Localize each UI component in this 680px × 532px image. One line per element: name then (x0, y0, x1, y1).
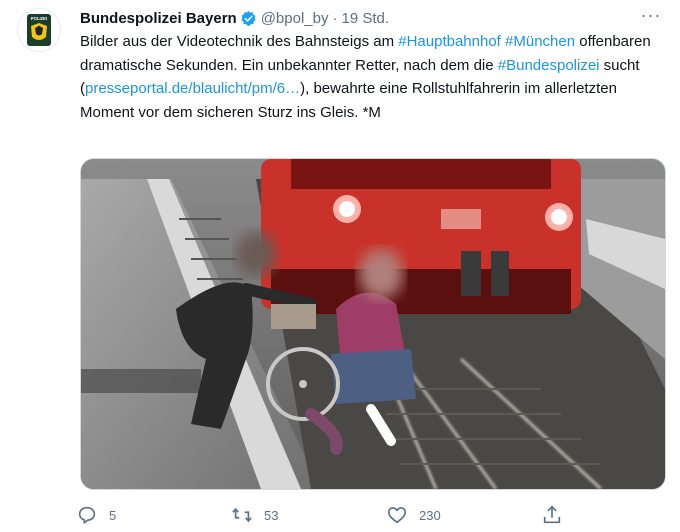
hashtag-bundespolizei[interactable]: #Bundespolizei (498, 57, 600, 74)
tweet-text: Bilder aus der Videotechnik des Bahnstei… (80, 30, 665, 124)
author-name[interactable]: Bundespolizei Bayern (80, 10, 237, 27)
platform-scene-image (81, 159, 665, 489)
retweet-icon (231, 504, 253, 526)
like-count: 230 (419, 507, 441, 523)
reply-icon (76, 504, 98, 526)
tweet-header: Bundespolizei Bayern @bpol_by · 19 Std. … (80, 6, 664, 29)
share-button[interactable] (541, 500, 563, 530)
share-icon (541, 504, 563, 526)
avatar[interactable]: POLIZEI (17, 8, 61, 52)
presseportal-link[interactable]: presseportal.de/blaulicht/pm/6… (85, 80, 300, 97)
hashtag-hauptbahnhof[interactable]: #Hauptbahnhof (398, 33, 501, 50)
tweet-actions: 5 53 230 (76, 500, 576, 530)
tweet-text-segment: Bilder aus der Videotechnik des Bahnstei… (80, 33, 399, 50)
reply-count: 5 (109, 507, 117, 523)
more-options-icon[interactable]: ··· (640, 6, 662, 29)
hashtag-muenchen[interactable]: #München (505, 33, 575, 50)
timestamp[interactable]: 19 Std. (341, 10, 389, 27)
retweet-button[interactable]: 53 (231, 500, 278, 530)
author-handle[interactable]: @bpol_by (261, 10, 329, 27)
tweet-media-image[interactable] (80, 158, 666, 490)
tweet[interactable]: POLIZEI Bundespolizei Bayern @bpol_by · … (0, 0, 680, 532)
reply-button[interactable]: 5 (76, 500, 116, 530)
retweet-count: 53 (264, 507, 279, 523)
heart-icon (386, 504, 408, 526)
avatar-label: POLIZEI (31, 16, 47, 21)
verified-badge-icon (240, 10, 257, 27)
separator-dot: · (332, 9, 338, 27)
police-badge-icon: POLIZEI (27, 14, 51, 46)
like-button[interactable]: 230 (386, 500, 441, 530)
